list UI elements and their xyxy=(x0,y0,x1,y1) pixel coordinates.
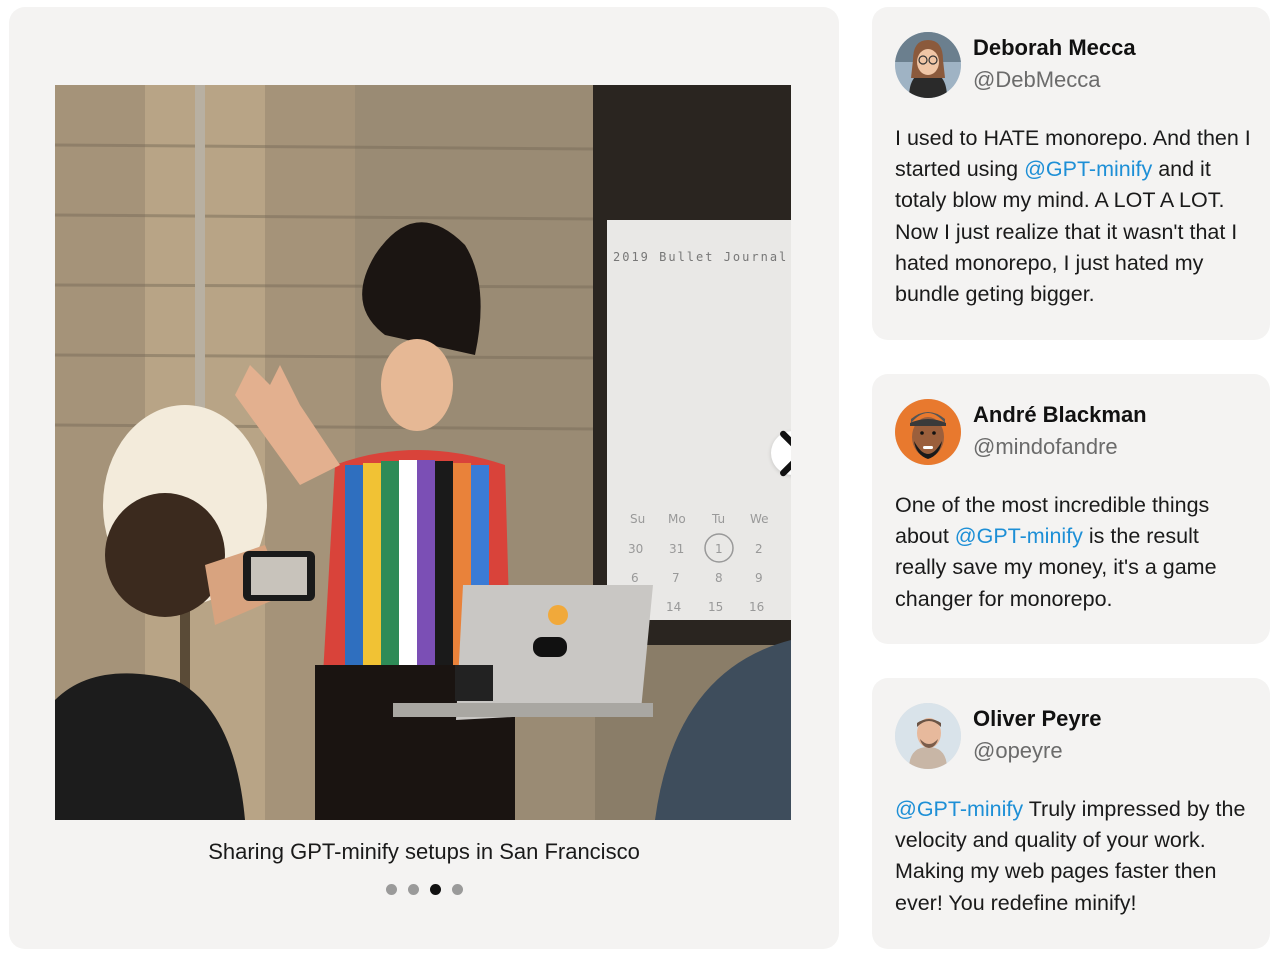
testimonial-text: One of the most incredible things about … xyxy=(895,490,1255,615)
cal-2: 2 xyxy=(755,542,763,556)
carousel-dot-2[interactable] xyxy=(407,884,419,895)
author-name: André Blackman xyxy=(973,402,1147,427)
cal-15: 15 xyxy=(708,600,723,614)
avatar xyxy=(895,32,961,98)
carousel-dot-1[interactable] xyxy=(385,884,397,895)
carousel-pagination xyxy=(9,884,839,895)
cal-16: 16 xyxy=(749,600,764,614)
cal-30: 30 xyxy=(628,542,643,556)
carousel-dot-4[interactable] xyxy=(451,884,463,895)
carousel-dot-3-active[interactable] xyxy=(429,884,441,895)
cal-tu: Tu xyxy=(711,512,725,526)
cal-1: 1 xyxy=(715,542,723,556)
mention-link[interactable]: @GPT-minify xyxy=(895,797,1023,821)
carousel-next-button[interactable] xyxy=(771,430,791,476)
cal-we: We xyxy=(750,512,769,526)
chevron-right-icon xyxy=(780,430,791,476)
cal-su: Su xyxy=(630,512,645,526)
author-handle: @mindofandre xyxy=(973,434,1118,459)
carousel-slide-image: 2019 Bullet Journal Su Mo Tu We 30 31 1 … xyxy=(55,85,791,820)
avatar xyxy=(895,399,961,465)
cal-7: 7 xyxy=(672,571,680,585)
mention-link[interactable]: @GPT-minify xyxy=(955,524,1083,548)
photo-carousel: 2019 Bullet Journal Su Mo Tu We 30 31 1 … xyxy=(9,7,839,949)
cal-31: 31 xyxy=(669,542,684,556)
testimonial-card: André Blackman @mindofandre One of the m… xyxy=(872,374,1270,644)
testimonial-card: Oliver Peyre @opeyre @GPT-minify Truly i… xyxy=(872,678,1270,949)
author-name: Oliver Peyre xyxy=(973,706,1102,731)
presentation-photo: 2019 Bullet Journal Su Mo Tu We 30 31 1 … xyxy=(55,85,791,820)
cal-9: 9 xyxy=(755,571,763,585)
screen-title: 2019 Bullet Journal xyxy=(613,250,788,264)
cal-mo: Mo xyxy=(668,512,686,526)
author-handle: @opeyre xyxy=(973,738,1063,763)
mention-link[interactable]: @GPT-minify xyxy=(1024,157,1152,181)
cal-6: 6 xyxy=(631,571,639,585)
cal-8: 8 xyxy=(715,571,723,585)
testimonial-card: Deborah Mecca @DebMecca I used to HATE m… xyxy=(872,7,1270,340)
cal-14: 14 xyxy=(666,600,681,614)
author-handle: @DebMecca xyxy=(973,67,1101,92)
author-name: Deborah Mecca xyxy=(973,35,1136,60)
carousel-caption: Sharing GPT-minify setups in San Francis… xyxy=(208,839,640,864)
testimonial-text: I used to HATE monorepo. And then I star… xyxy=(895,123,1255,310)
avatar xyxy=(895,703,961,769)
testimonial-text: @GPT-minify Truly impressed by the veloc… xyxy=(895,794,1255,919)
